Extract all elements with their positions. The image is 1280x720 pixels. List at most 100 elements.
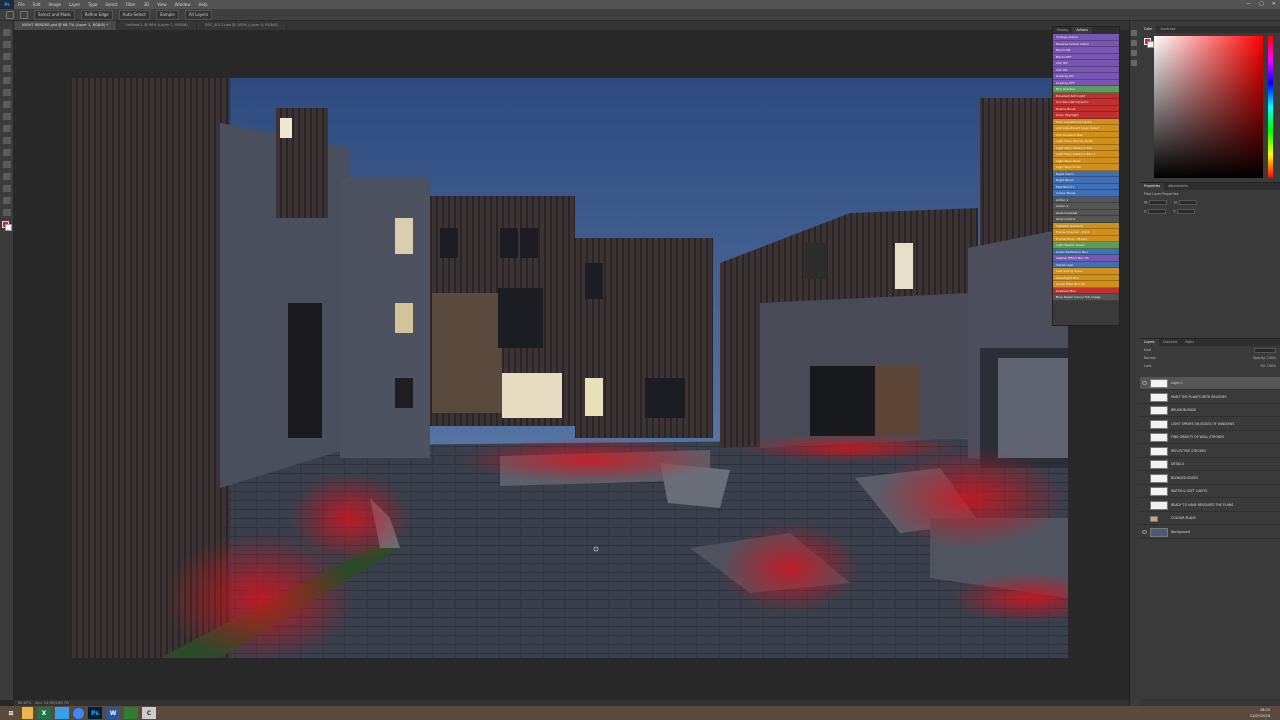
- minimize-button[interactable]: —: [1246, 0, 1251, 9]
- move-tool-icon[interactable]: [3, 29, 11, 36]
- tab-color[interactable]: Color: [1140, 26, 1157, 33]
- fill-field[interactable]: 100%: [1267, 364, 1276, 368]
- crop-tool-icon[interactable]: [3, 77, 11, 84]
- history-icon[interactable]: [1131, 30, 1137, 36]
- layer-row[interactable]: DETAILS: [1140, 458, 1280, 471]
- tab-paths[interactable]: Paths: [1181, 339, 1198, 346]
- visibility-eye-icon[interactable]: [1142, 449, 1147, 453]
- visibility-eye-icon[interactable]: [1142, 395, 1147, 399]
- x-field[interactable]: [1148, 209, 1167, 214]
- ie-icon[interactable]: [55, 707, 69, 719]
- tab-adjustments[interactable]: Adjustments: [1164, 183, 1192, 190]
- layer-row[interactable]: LIGHT SPRAYS ON EDGES OF WINDOWS: [1140, 418, 1280, 431]
- eyedropper-tool-icon[interactable]: [3, 89, 11, 96]
- layer-row[interactable]: Layer 1: [1140, 377, 1280, 390]
- layers-footer-buttons[interactable]: [1140, 699, 1280, 706]
- menu-3d[interactable]: 3D: [140, 0, 154, 9]
- menu-image[interactable]: Image: [44, 0, 65, 9]
- refine-edge-button[interactable]: Refine Edge: [80, 9, 113, 20]
- layer-row[interactable]: BLENDED EDGES: [1140, 472, 1280, 485]
- chrome-icon[interactable]: [73, 707, 84, 719]
- visibility-eye-icon[interactable]: [1142, 435, 1147, 439]
- y-field[interactable]: [1176, 209, 1195, 214]
- action-item[interactable]: Blue Steam Colour Full Image: [1053, 294, 1119, 301]
- chat-app-icon[interactable]: C: [142, 707, 156, 719]
- layer-row[interactable]: WATER & SOFT LIGHTS: [1140, 485, 1280, 498]
- eraser-tool-icon[interactable]: [3, 149, 11, 156]
- healing-tool-icon[interactable]: [3, 101, 11, 108]
- menu-select[interactable]: Select: [101, 0, 121, 9]
- layer-filter-icons[interactable]: [1254, 348, 1276, 353]
- menu-edit[interactable]: Edit: [29, 0, 45, 9]
- tab-history[interactable]: History: [1053, 27, 1072, 34]
- type-tool-icon[interactable]: [3, 185, 11, 192]
- sample-button[interactable]: Sample: [155, 9, 179, 20]
- lasso-tool-icon[interactable]: [3, 53, 11, 60]
- width-field[interactable]: [1149, 200, 1168, 205]
- taskbar-clock[interactable]: 18:20 11/07/2018: [1250, 707, 1270, 719]
- photoshop-taskbar-icon[interactable]: Ps: [88, 707, 102, 719]
- menu-type[interactable]: Type: [84, 0, 101, 9]
- layer-row[interactable]: PAINT THE PLANTS WITH BRUSHES: [1140, 391, 1280, 404]
- quick-select-tool-icon[interactable]: [3, 65, 11, 72]
- visibility-eye-icon[interactable]: [1142, 422, 1147, 426]
- tab-layers[interactable]: Layers: [1140, 339, 1159, 346]
- layer-row[interactable]: REFLECTIVE STROKES: [1140, 445, 1280, 458]
- visibility-eye-icon[interactable]: [1142, 381, 1147, 385]
- tool-preset-icon[interactable]: [6, 10, 14, 19]
- history-brush-tool-icon[interactable]: [3, 137, 11, 144]
- menu-filter[interactable]: Filter: [122, 0, 140, 9]
- layer-row[interactable]: READY TO HAVE RESOLVED THE PLANS: [1140, 499, 1280, 512]
- background-color-swatch[interactable]: [5, 224, 12, 231]
- tab-swatches[interactable]: Swatches: [1156, 26, 1179, 33]
- layer-row[interactable]: COLOUR PLANS: [1140, 512, 1280, 525]
- marquee-tool-icon[interactable]: [3, 41, 11, 48]
- document-canvas[interactable]: [70, 78, 1068, 658]
- visibility-eye-icon[interactable]: [1142, 462, 1147, 466]
- all-layers-button[interactable]: All Layers: [184, 9, 213, 20]
- maximize-button[interactable]: ▢: [1259, 0, 1264, 9]
- zoom-level[interactable]: 66.67%: [18, 701, 31, 705]
- pen-tool-icon[interactable]: [3, 173, 11, 180]
- menu-view[interactable]: View: [153, 0, 171, 9]
- clone-stamp-tool-icon[interactable]: [3, 125, 11, 132]
- word-icon[interactable]: W: [106, 707, 120, 719]
- auto-select-button[interactable]: Auto-Select: [118, 9, 150, 20]
- document-tab-active[interactable]: NIGHT RENDER.psd @ 66.7% (Layer 1, RGB/8…: [14, 21, 118, 30]
- menu-window[interactable]: Window: [171, 0, 195, 9]
- visibility-eye-icon[interactable]: [1142, 476, 1147, 480]
- close-button[interactable]: ✕: [1272, 0, 1276, 9]
- file-explorer-icon[interactable]: [22, 707, 33, 719]
- select-and-mask-button[interactable]: Select and Mask: [34, 9, 75, 20]
- menu-layer[interactable]: Layer: [65, 0, 84, 9]
- hand-tool-icon[interactable]: [3, 197, 11, 204]
- visibility-eye-icon[interactable]: [1142, 503, 1147, 507]
- visibility-eye-icon[interactable]: [1142, 489, 1147, 493]
- opacity-field[interactable]: 100%: [1267, 356, 1276, 360]
- document-tab[interactable]: DSC_4017.psd @ 100% (Layer 0, RGB/8): [197, 21, 287, 30]
- windows-start-icon[interactable]: ⊞: [4, 707, 18, 719]
- green-app-icon[interactable]: [124, 707, 138, 719]
- tab-properties[interactable]: Properties: [1140, 183, 1165, 190]
- zoom-tool-icon[interactable]: [3, 209, 11, 216]
- layer-row[interactable]: Background: [1140, 526, 1280, 539]
- brush-size-icon[interactable]: [20, 10, 28, 19]
- excel-icon[interactable]: X: [37, 707, 51, 719]
- layer-row[interactable]: BRUSH BLENDS: [1140, 404, 1280, 417]
- layer-row[interactable]: FIND GRAVITY OF WALL STROKES: [1140, 431, 1280, 444]
- gradient-tool-icon[interactable]: [3, 161, 11, 168]
- actions-icon[interactable]: [1131, 40, 1137, 46]
- brush-tool-icon[interactable]: [3, 113, 11, 120]
- visibility-eye-icon[interactable]: [1142, 408, 1147, 412]
- clone-source-icon[interactable]: [1131, 60, 1137, 66]
- tab-channels[interactable]: Channels: [1159, 339, 1182, 346]
- tab-actions[interactable]: Actions: [1072, 27, 1092, 34]
- visibility-eye-icon[interactable]: [1142, 529, 1147, 534]
- height-field[interactable]: [1178, 200, 1197, 205]
- menu-file[interactable]: File: [14, 0, 29, 9]
- color-picker-field[interactable]: [1154, 36, 1263, 178]
- layer-kind-select[interactable]: Kind: [1144, 348, 1151, 352]
- blend-mode-select[interactable]: Normal: [1144, 356, 1156, 360]
- document-tab[interactable]: Untitled-1 @ 66% (Layer 1, RGB/8): [117, 21, 197, 30]
- visibility-eye-icon[interactable]: [1142, 516, 1147, 520]
